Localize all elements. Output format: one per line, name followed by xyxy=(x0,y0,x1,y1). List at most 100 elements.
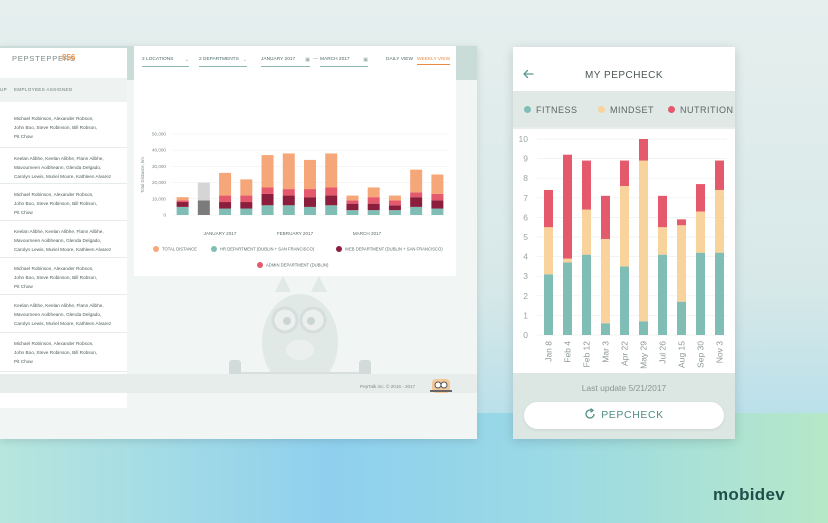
bar-segment xyxy=(304,206,316,215)
calendar-icon: ▣ xyxy=(305,57,310,63)
bar-segment xyxy=(304,159,316,190)
departments-filter[interactable]: 2 DEPARTMENTS ⌄ xyxy=(199,57,247,67)
employee-row[interactable]: Keelan Alibhe, Keelan Alibhe, Flann Alib… xyxy=(0,221,127,258)
bar-segment xyxy=(197,182,210,201)
employee-row[interactable]: Michael Robinson, Alexander Robson, John … xyxy=(0,184,127,221)
employee-names-line: John Boo, Steve Robinson, Bill Robson, xyxy=(14,350,98,355)
x-tick-label: Nov 3 xyxy=(715,341,725,363)
bar-segment xyxy=(261,187,274,194)
bar-segment xyxy=(639,139,648,161)
pepcheck-phone-card: MY PEPCHECK FITNESS MINDSET NUTRITION 0 1… xyxy=(513,47,735,439)
bar-segment xyxy=(261,193,274,206)
locations-filter[interactable]: 2 LOCATIONS ⌄ xyxy=(142,57,189,67)
bar-segment xyxy=(282,189,295,196)
bar-segment xyxy=(696,184,705,212)
chevron-down-icon: ⌄ xyxy=(242,57,247,63)
legend-label: HR DEPARTMENT (DUBLIN + SAN FRANCISCO) xyxy=(220,247,315,252)
y-tick-label: 6 xyxy=(523,212,528,222)
bar-segment xyxy=(715,189,724,253)
mindset-dot xyxy=(598,106,605,113)
legend-dot xyxy=(257,262,263,268)
employee-names-line: Pit Chow xyxy=(14,210,33,215)
bar-segment xyxy=(696,252,705,335)
employee-row[interactable]: Michael Robinson, Alexander Robson, John … xyxy=(0,108,127,148)
bar-segment xyxy=(261,205,274,215)
bar-segment xyxy=(304,197,316,207)
pepsteppers-count: 856 xyxy=(62,53,76,62)
bar-segment xyxy=(346,203,359,211)
legend-label: WEB DEPARTMENT (DUBLIN + SAN FRANCISCO) xyxy=(345,247,443,252)
bar-segment xyxy=(431,174,444,194)
bar-segment xyxy=(367,197,380,204)
bar-segment xyxy=(325,187,338,196)
employees-table-header: UP EMPLOYEES ASSIGNED xyxy=(0,78,127,102)
x-tick-label: Jul 26 xyxy=(658,341,668,364)
employee-names-line: John Boo, Steve Robinson, Bill Robson, xyxy=(14,275,98,280)
locations-filter-label: 2 LOCATIONS xyxy=(142,57,174,62)
bar-segment xyxy=(620,266,629,335)
distance-bar-chart: 0 10,000 20,000 30,000 40,000 50,000 Total Dis… xyxy=(140,132,448,268)
bar-segment xyxy=(410,206,423,215)
bar-segment xyxy=(563,262,572,335)
bar-segment xyxy=(563,154,572,259)
bar-segment xyxy=(431,200,444,209)
bar-segment xyxy=(261,155,274,188)
copyright-text: PepTalk inc. © 2016 - 2017 xyxy=(360,384,416,389)
pepcheck-button[interactable]: PEPCHECK xyxy=(524,402,724,429)
legend-nutrition: NUTRITION xyxy=(668,105,734,115)
date-from-field[interactable]: JANUARY 2017 ▣ xyxy=(261,57,310,67)
legend-fitness: FITNESS xyxy=(524,105,578,115)
employee-names-line: Keelan Alibhe, Keelan Alibhe, Flann Alib… xyxy=(14,156,104,161)
x-tick-label: Feb 4 xyxy=(563,341,573,363)
y-tick-label: 10,000 xyxy=(152,196,166,201)
bar-segment xyxy=(346,195,359,201)
legend-mindset: MINDSET xyxy=(598,105,654,115)
bar-segment xyxy=(367,210,380,215)
employee-names-line: John Boo, Steve Robinson, Bill Robson, xyxy=(14,125,98,130)
bar-segment xyxy=(410,197,423,207)
last-update-text: Last update 5/21/2017 xyxy=(581,383,667,393)
bar-segment xyxy=(176,200,189,203)
bar-segment xyxy=(282,195,295,206)
bar-segment xyxy=(197,200,210,215)
legend-mindset-label: MINDSET xyxy=(610,105,654,115)
bar-segment xyxy=(282,153,295,190)
bar-segment xyxy=(219,208,232,215)
y-tick-label: 0 xyxy=(523,330,528,340)
bar-segment xyxy=(658,254,667,335)
bar-segment xyxy=(240,179,253,196)
x-tick-label: MARCH 2017 xyxy=(353,231,382,236)
employee-names-line: Carolyn Lewis, Muriel Moore, Kathleen Al… xyxy=(14,247,112,252)
legend-label: ADMIN DEPARTMENT (DUBLIN) xyxy=(266,263,329,268)
bar-segment xyxy=(601,195,610,239)
bar-segment xyxy=(367,187,380,198)
employee-names-line: Mavourneen Aoibheann, Glenda Delgado, xyxy=(14,165,102,170)
bar-segment xyxy=(563,258,572,263)
legend-dot xyxy=(153,246,159,252)
y-tick-label: 30,000 xyxy=(152,164,166,169)
nutrition-dot xyxy=(668,106,675,113)
y-tick-label: 20,000 xyxy=(152,180,166,185)
daily-view-tab[interactable]: DAILY VIEW xyxy=(386,57,413,62)
employee-row[interactable]: Keelan Alibhe, Keelan Alibhe, Flann Alib… xyxy=(0,148,127,184)
employee-row[interactable]: Keelan Alibhe, Keelan Alibhe, Flann Alib… xyxy=(0,295,127,333)
employee-row[interactable]: Michael Robinson, Alexander Robson, John … xyxy=(0,258,127,295)
bar-segment xyxy=(410,192,423,198)
bar-segment xyxy=(431,208,444,215)
weekly-view-tab[interactable]: WEEKLY VIEW xyxy=(417,57,451,65)
mascot-icon xyxy=(430,379,452,393)
employee-names-line: Carolyn Lewis, Muriel Moore, Kathleen Al… xyxy=(14,321,112,326)
employee-row[interactable]: Michael Robinson, Alexander Robson, John … xyxy=(0,333,127,372)
fitness-dot xyxy=(524,106,531,113)
bar-segment xyxy=(601,323,610,335)
y-tick-label: 40,000 xyxy=(152,148,166,153)
x-tick-label: FEBRUARY 2017 xyxy=(277,231,314,236)
y-tick-label: 1 xyxy=(523,310,528,320)
refresh-icon xyxy=(585,408,595,419)
y-tick-label: 8 xyxy=(523,173,528,183)
date-to-field[interactable]: MARCH 2017 ▣ xyxy=(320,57,368,67)
x-tick-label: JANUARY 2017 xyxy=(204,231,237,236)
departments-filter-label: 2 DEPARTMENTS xyxy=(199,57,239,62)
employee-names-line: Michael Robinson, Alexander Robson, xyxy=(14,266,94,271)
bar-segment xyxy=(240,195,253,203)
